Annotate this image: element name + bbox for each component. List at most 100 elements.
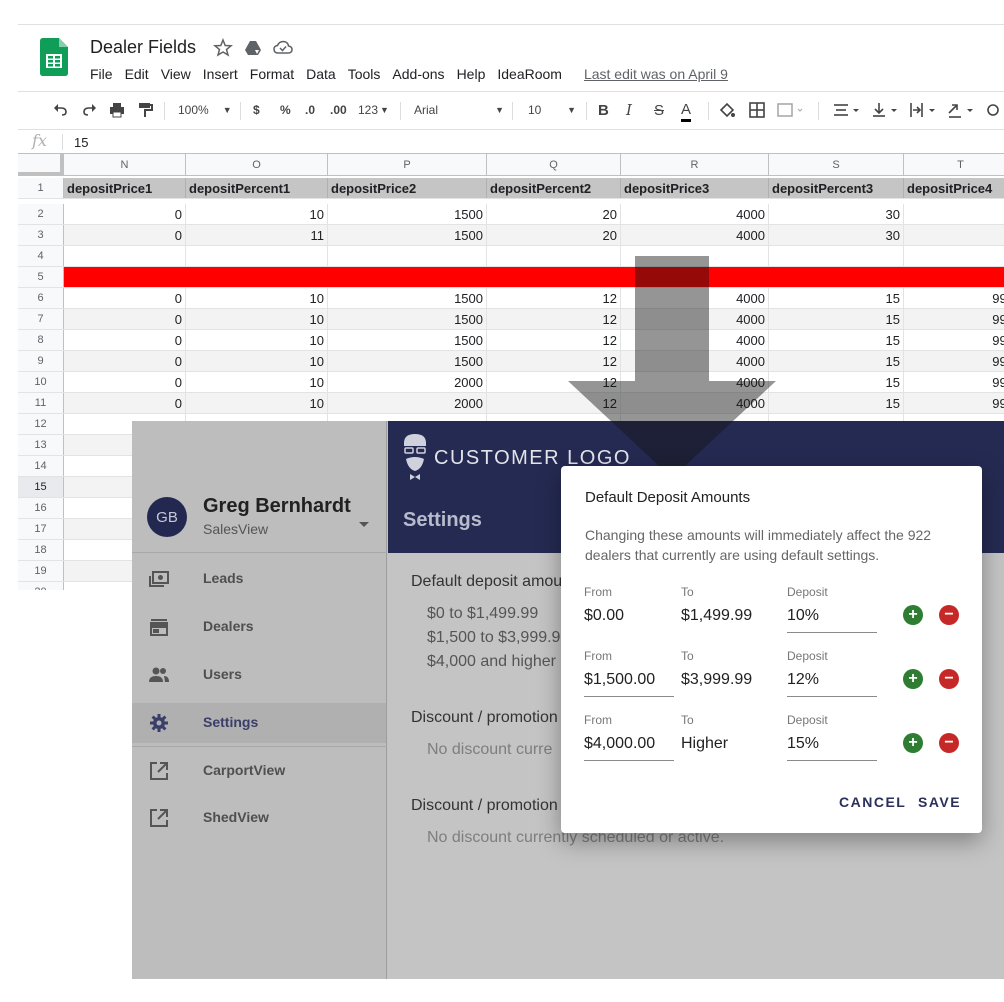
column-header-o[interactable]: O xyxy=(186,154,328,176)
table-cell[interactable]: 4000 xyxy=(621,309,769,329)
vertical-align-icon[interactable] xyxy=(870,100,900,120)
table-cell[interactable]: 12 xyxy=(487,351,621,371)
save-button[interactable]: SAVE xyxy=(918,794,961,810)
decrease-decimal-button[interactable]: .0 xyxy=(305,100,315,120)
last-edit-link[interactable]: Last edit was on April 9 xyxy=(584,66,728,82)
column-header-p[interactable]: P xyxy=(328,154,487,176)
table-cell[interactable] xyxy=(769,246,904,266)
row-header[interactable]: 18 xyxy=(18,540,64,560)
add-range-button[interactable]: + xyxy=(903,605,923,625)
sidebar-item-shedview[interactable]: ShedView xyxy=(132,798,386,838)
table-cell[interactable]: 1500 xyxy=(328,204,487,224)
table-cell[interactable]: 999 xyxy=(904,351,1004,371)
table-cell[interactable]: 10 xyxy=(186,393,328,413)
table-cell[interactable]: 10 xyxy=(186,204,328,224)
table-cell[interactable]: 15 xyxy=(769,393,904,413)
menu-help[interactable]: Help xyxy=(457,66,486,82)
formula-input[interactable]: 15 xyxy=(74,135,88,150)
table-cell[interactable] xyxy=(904,267,1004,287)
table-cell[interactable] xyxy=(328,267,487,287)
sheets-logo-icon[interactable] xyxy=(40,38,68,76)
font-select[interactable]: Arial ▼ xyxy=(414,100,504,120)
percent-format-button[interactable]: % xyxy=(280,100,291,120)
table-cell[interactable]: depositPrice3 xyxy=(621,178,769,198)
avatar[interactable]: GB xyxy=(147,497,187,537)
row-header[interactable]: 10 xyxy=(18,372,64,392)
fill-color-icon[interactable] xyxy=(718,100,736,120)
chevron-down-icon[interactable] xyxy=(359,522,369,527)
table-cell[interactable]: 4000 xyxy=(621,393,769,413)
table-cell[interactable]: 12 xyxy=(487,372,621,392)
table-cell[interactable]: 10 xyxy=(186,351,328,371)
row-header[interactable]: 14 xyxy=(18,456,64,476)
table-cell[interactable]: depositPrice1 xyxy=(64,178,186,198)
table-cell[interactable] xyxy=(621,267,769,287)
row-header[interactable]: 16 xyxy=(18,498,64,518)
menu-edit[interactable]: Edit xyxy=(125,66,149,82)
text-wrapping-icon[interactable] xyxy=(908,100,938,120)
cloud-saved-icon[interactable] xyxy=(273,38,293,58)
table-cell[interactable]: 4000 xyxy=(621,330,769,350)
table-cell[interactable] xyxy=(769,267,904,287)
table-cell[interactable]: 11 xyxy=(186,225,328,245)
font-size-select[interactable]: 10 ▼ xyxy=(528,100,576,120)
table-cell[interactable]: 4000 xyxy=(621,372,769,392)
table-cell[interactable]: 15 xyxy=(769,330,904,350)
sidebar-item-leads[interactable]: Leads xyxy=(132,559,386,599)
table-cell[interactable]: 999 xyxy=(904,288,1004,308)
table-cell[interactable]: 30 xyxy=(769,204,904,224)
print-icon[interactable] xyxy=(108,100,126,120)
menu-tools[interactable]: Tools xyxy=(348,66,381,82)
select-all-corner[interactable] xyxy=(18,154,64,176)
table-cell[interactable]: 4000 xyxy=(621,351,769,371)
table-cell[interactable]: 10 xyxy=(186,288,328,308)
sidebar-item-dealers[interactable]: Dealers xyxy=(132,607,386,647)
table-cell[interactable] xyxy=(64,246,186,266)
redo-icon[interactable] xyxy=(80,100,98,120)
table-cell[interactable]: 999 xyxy=(904,372,1004,392)
row-header[interactable]: 20 xyxy=(18,582,64,590)
table-cell[interactable] xyxy=(487,246,621,266)
deposit-input[interactable]: 10% xyxy=(787,607,877,625)
table-cell[interactable] xyxy=(904,204,1004,224)
menu-idearoom[interactable]: IdeaRoom xyxy=(497,66,562,82)
row-header[interactable]: 5 xyxy=(18,267,64,287)
italic-button[interactable]: I xyxy=(626,100,632,120)
column-header-s[interactable]: S xyxy=(769,154,904,176)
table-cell[interactable]: 0 xyxy=(64,330,186,350)
table-cell[interactable]: 0 xyxy=(64,351,186,371)
table-cell[interactable]: depositPrice2 xyxy=(328,178,487,198)
table-cell[interactable]: 12 xyxy=(487,393,621,413)
table-cell[interactable]: 15 xyxy=(769,351,904,371)
table-cell[interactable] xyxy=(186,246,328,266)
table-cell[interactable] xyxy=(328,246,487,266)
menu-format[interactable]: Format xyxy=(250,66,294,82)
bold-button[interactable]: B xyxy=(598,100,609,120)
remove-range-button[interactable]: − xyxy=(939,733,959,753)
table-cell[interactable]: 0 xyxy=(64,372,186,392)
star-icon[interactable] xyxy=(213,38,233,58)
horizontal-align-icon[interactable] xyxy=(832,100,862,120)
table-cell[interactable]: 12 xyxy=(487,309,621,329)
table-cell[interactable]: 2000 xyxy=(328,393,487,413)
table-cell[interactable]: depositPercent1 xyxy=(186,178,328,198)
table-cell[interactable] xyxy=(904,225,1004,245)
table-cell[interactable]: 999 xyxy=(904,330,1004,350)
table-cell[interactable]: 12 xyxy=(487,330,621,350)
table-cell[interactable]: depositPrice4 xyxy=(904,178,1004,198)
row-header[interactable]: 12 xyxy=(18,414,64,434)
menu-data[interactable]: Data xyxy=(306,66,336,82)
undo-icon[interactable] xyxy=(52,100,70,120)
strikethrough-button[interactable]: S xyxy=(654,100,664,120)
row-header[interactable]: 4 xyxy=(18,246,64,266)
row-header[interactable]: 13 xyxy=(18,435,64,455)
deposit-input[interactable]: 15% xyxy=(787,735,877,753)
text-color-button[interactable]: A xyxy=(681,100,692,122)
row-header[interactable]: 3 xyxy=(18,225,64,245)
table-cell[interactable]: 12 xyxy=(487,288,621,308)
cancel-button[interactable]: CANCEL xyxy=(839,794,906,810)
menu-view[interactable]: View xyxy=(161,66,191,82)
table-cell[interactable]: 1500 xyxy=(328,288,487,308)
currency-format-button[interactable]: $ xyxy=(253,100,260,120)
table-cell[interactable]: 0 xyxy=(64,393,186,413)
